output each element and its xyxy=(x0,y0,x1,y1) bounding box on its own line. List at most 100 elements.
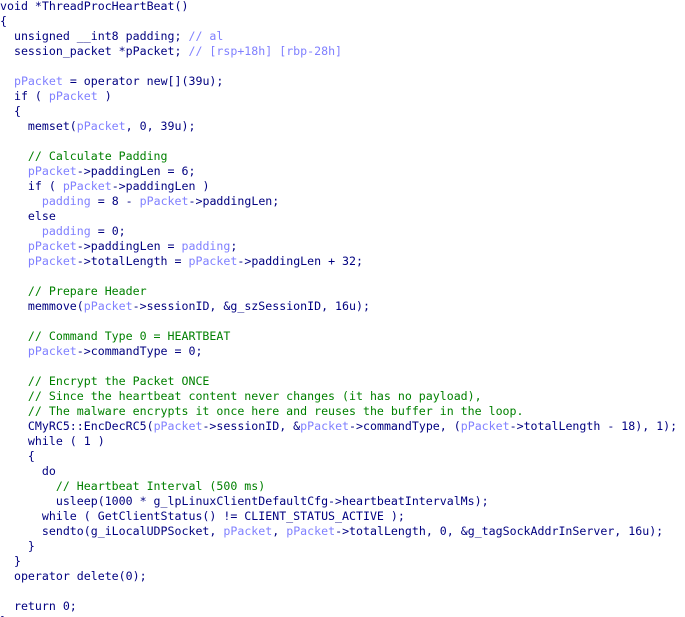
code-token: ; xyxy=(230,239,238,253)
code-token: ->paddingLen + 32; xyxy=(237,254,363,268)
code-variable: pPacket xyxy=(223,524,273,538)
code-token: = 8 - xyxy=(90,194,140,208)
code-line: do xyxy=(0,464,56,479)
code-line: padding = 8 - pPacket->paddingLen; xyxy=(0,194,279,209)
code-token: session_packet *pPacket; xyxy=(0,44,189,58)
code-line: while ( 1 ) xyxy=(0,434,105,449)
code-comment: // The malware encrypts it once here and… xyxy=(0,404,524,418)
code-token: else xyxy=(0,209,56,223)
code-line: unsigned __int8 padding; // al xyxy=(0,29,223,44)
code-variable: pPacket xyxy=(13,74,63,88)
code-token: ->commandType = 0; xyxy=(76,344,203,358)
code-token: ->paddingLen = xyxy=(76,239,182,253)
code-token: } xyxy=(0,539,35,553)
code-comment: // Prepare Header xyxy=(0,284,147,298)
code-line: pPacket->paddingLen = 6; xyxy=(0,164,196,179)
code-line: // Command Type 0 = HEARTBEAT xyxy=(0,329,230,344)
code-line: // Encrypt the Packet ONCE xyxy=(0,374,210,389)
code-line: CMyRC5::EncDecRC5(pPacket->sessionID, &p… xyxy=(0,419,677,434)
code-line: if ( pPacket->paddingLen ) xyxy=(0,179,210,194)
code-line: pPacket->commandType = 0; xyxy=(0,344,203,359)
code-variable: padding xyxy=(41,194,91,208)
code-token: ->paddingLen ) xyxy=(111,179,210,193)
code-variable: pPacket xyxy=(153,419,203,433)
code-line: // The malware encrypts it once here and… xyxy=(0,404,524,419)
code-token: while ( 1 ) xyxy=(0,434,105,448)
code-token: return 0; xyxy=(0,599,77,613)
code-variable: pPacket xyxy=(27,239,77,253)
code-comment: // Encrypt the Packet ONCE xyxy=(0,374,210,388)
code-token: ->commandType, ( xyxy=(349,419,461,433)
code-line: session_packet *pPacket; // [rsp+18h] [r… xyxy=(0,44,342,59)
code-token: do xyxy=(0,464,56,478)
code-variable: pPacket xyxy=(48,89,98,103)
code-variable: pPacket xyxy=(83,299,133,313)
code-token: memmove( xyxy=(0,299,84,313)
code-variable: pPacket xyxy=(27,254,77,268)
code-line: { xyxy=(0,104,21,119)
code-line: if ( pPacket ) xyxy=(0,89,112,104)
code-variable: pPacket xyxy=(188,254,238,268)
code-line: return 0; xyxy=(0,599,77,614)
code-token: CMyRC5::EncDecRC5( xyxy=(0,419,154,433)
code-token: { xyxy=(0,104,21,118)
code-token: ->totalLength = xyxy=(76,254,189,268)
code-token: ->totalLength - 18), 1); xyxy=(509,419,678,433)
code-line: { xyxy=(0,449,35,464)
code-line: operator delete(0); xyxy=(0,569,147,584)
code-token: if ( xyxy=(0,179,63,193)
code-line: pPacket->totalLength = pPacket->paddingL… xyxy=(0,254,363,269)
code-line: void *ThreadProcHeartBeat() xyxy=(0,0,188,14)
code-line: pPacket = operator new[](39u); xyxy=(0,74,223,89)
code-variable: // [rsp+18h] [rbp-28h] xyxy=(188,44,343,58)
code-line: else xyxy=(0,209,56,224)
code-line: } xyxy=(0,539,35,554)
code-token: } xyxy=(0,554,21,568)
code-line: // Heartbeat Interval (500 ms) xyxy=(0,479,265,494)
code-token: ) xyxy=(97,89,112,103)
code-token: memset( xyxy=(0,119,77,133)
code-token: ->paddingLen; xyxy=(188,194,280,208)
code-token: if ( xyxy=(0,89,49,103)
code-token: { xyxy=(0,14,7,28)
code-token: ->totalLength, 0, &g_tagSockAddrInServer… xyxy=(335,524,664,538)
code-token: { xyxy=(0,449,35,463)
code-variable: pPacket xyxy=(300,419,350,433)
decompiled-code-view[interactable]: void *ThreadProcHeartBeat(){ unsigned __… xyxy=(0,0,685,617)
code-token: sendto(g_iLocalUDPSocket, xyxy=(0,524,224,538)
code-variable: padding xyxy=(181,239,231,253)
code-line: { xyxy=(0,14,7,29)
code-variable: pPacket xyxy=(76,119,126,133)
code-token: ->paddingLen = 6; xyxy=(76,164,196,178)
code-token: while ( GetClientStatus() != CLIENT_STAT… xyxy=(0,509,405,523)
code-line: memset(pPacket, 0, 39u); xyxy=(0,119,196,134)
code-line: // Calculate Padding xyxy=(0,149,168,164)
code-line: padding = 0; xyxy=(0,224,126,239)
code-comment: // Heartbeat Interval (500 ms) xyxy=(0,479,266,493)
code-line: usleep(1000 * g_lpLinuxClientDefaultCfg-… xyxy=(0,494,489,509)
code-line: while ( GetClientStatus() != CLIENT_STAT… xyxy=(0,509,405,524)
code-variable: pPacket xyxy=(27,344,77,358)
code-comment: // Calculate Padding xyxy=(0,149,168,163)
code-line: // Prepare Header xyxy=(0,284,147,299)
code-comment: // Command Type 0 = HEARTBEAT xyxy=(0,329,231,343)
code-token: operator delete(0); xyxy=(0,569,147,583)
code-variable: pPacket xyxy=(139,194,189,208)
code-variable: pPacket xyxy=(286,524,336,538)
code-variable: // al xyxy=(188,29,224,43)
code-variable: pPacket xyxy=(460,419,510,433)
code-token: , 0, 39u); xyxy=(125,119,196,133)
code-token: ->sessionID, & xyxy=(202,419,301,433)
code-variable: pPacket xyxy=(62,179,112,193)
code-line: sendto(g_iLocalUDPSocket, pPacket, pPack… xyxy=(0,524,663,539)
code-token: unsigned __int8 padding; xyxy=(0,29,189,43)
code-variable: pPacket xyxy=(27,164,77,178)
code-token: = operator new[](39u); xyxy=(62,74,224,88)
